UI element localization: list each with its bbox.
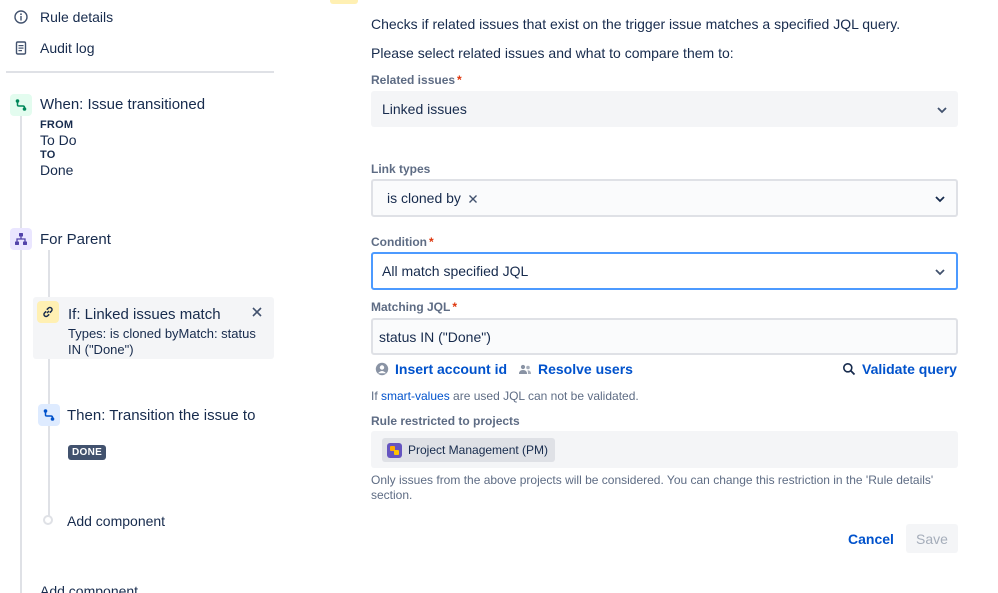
condition-title: If: Linked issues match [68, 306, 221, 323]
restricted-projects-label: Rule restricted to projects [371, 414, 520, 428]
search-icon [842, 362, 856, 376]
resolve-users-label: Resolve users [538, 361, 633, 377]
rule-sidebar: Rule details Audit log When: Issue trans… [0, 0, 290, 593]
document-icon [14, 41, 28, 55]
trigger-to-label: TO [40, 149, 56, 161]
matching-jql-label: Matching JQL * [371, 300, 458, 314]
nav-audit-log[interactable]: Audit log [14, 40, 94, 56]
restricted-projects-box: Project Management (PM) [371, 431, 958, 468]
save-button[interactable]: Save [906, 524, 958, 553]
related-issues-select[interactable]: Linked issues [371, 91, 958, 127]
condition-value: All match specified JQL [382, 263, 529, 279]
smart-values-link[interactable]: smart-values [381, 389, 450, 403]
cancel-button[interactable]: Cancel [840, 524, 902, 553]
remove-tag-icon[interactable] [467, 192, 479, 204]
related-issues-value: Linked issues [382, 101, 467, 117]
info-icon [14, 10, 28, 24]
status-lozenge: DONE [68, 445, 107, 460]
close-icon[interactable] [250, 305, 264, 319]
insert-account-id-label: Insert account id [395, 361, 508, 377]
validate-query-label: Validate query [862, 361, 957, 377]
selected-component-indicator [330, 0, 358, 4]
sidebar-divider [6, 71, 274, 73]
chevron-down-icon [934, 265, 946, 277]
required-asterisk: * [428, 235, 434, 249]
project-avatar-icon [387, 442, 402, 458]
branch-hierarchy-icon[interactable] [10, 228, 32, 250]
form-prompt: Please select related issues and what to… [371, 45, 734, 61]
outer-connector-line [20, 116, 22, 593]
trigger-from-label: FROM [40, 119, 74, 131]
add-component-outer[interactable]: Add component [40, 583, 138, 593]
required-asterisk: * [457, 73, 462, 87]
link-types-select[interactable]: is cloned by [371, 179, 958, 217]
action-transition-icon[interactable] [38, 404, 60, 426]
chevron-down-icon [936, 103, 948, 115]
trigger-from-value: To Do [40, 132, 77, 148]
restriction-note: Only issues from the above projects will… [371, 473, 934, 502]
form-intro: Checks if related issues that exist on t… [371, 16, 901, 32]
condition-card[interactable]: If: Linked issues match Types: is cloned… [33, 297, 274, 359]
user-circle-icon [375, 362, 389, 376]
add-component-dot [43, 515, 53, 525]
nav-rule-details[interactable]: Rule details [14, 9, 113, 25]
trigger-icon[interactable] [10, 94, 32, 116]
nav-audit-log-label: Audit log [40, 40, 95, 56]
trigger-to-value: Done [40, 162, 74, 178]
add-component-inner[interactable]: Add component [67, 513, 165, 529]
required-asterisk: * [452, 300, 458, 314]
resolve-users-button[interactable]: Resolve users [518, 361, 633, 377]
nav-rule-details-label: Rule details [40, 9, 114, 25]
project-chip: Project Management (PM) [382, 438, 556, 462]
matching-jql-value: status IN ("Done") [379, 328, 491, 345]
condition-label: Condition * [371, 235, 434, 249]
chevron-down-icon [934, 192, 946, 204]
branch-connector-line [48, 250, 50, 518]
insert-account-id-button[interactable]: Insert account id [375, 361, 507, 377]
branch-title[interactable]: For Parent [40, 231, 111, 248]
link-icon [37, 301, 59, 323]
condition-select[interactable]: All match specified JQL [371, 252, 958, 290]
project-chip-label: Project Management (PM) [408, 443, 549, 457]
smart-values-hint: If smart-values are used JQL can not be … [371, 389, 639, 403]
condition-description: Types: is cloned byMatch: status IN ("Do… [68, 326, 256, 357]
matching-jql-input[interactable]: status IN ("Done") [371, 318, 958, 355]
link-type-tag-label: is cloned by [387, 190, 461, 206]
users-icon [518, 362, 532, 376]
related-issues-label: Related issues * [371, 73, 462, 87]
link-types-label: Link types [371, 162, 431, 176]
trigger-title[interactable]: When: Issue transitioned [40, 96, 205, 113]
action-title[interactable]: Then: Transition the issue to [67, 406, 257, 425]
validate-query-button[interactable]: Validate query [842, 361, 957, 377]
link-type-tag: is cloned by [387, 190, 479, 206]
